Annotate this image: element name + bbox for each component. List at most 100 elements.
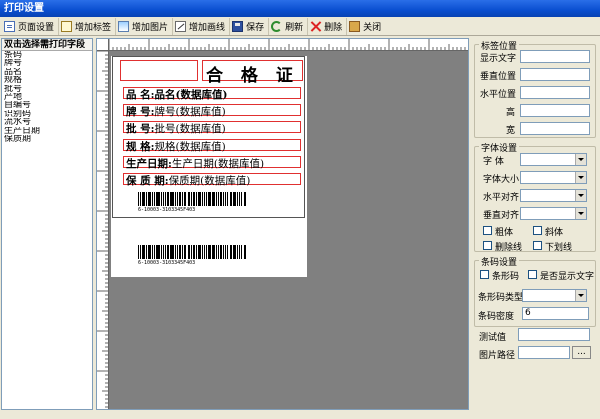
- empty-label-field[interactable]: [120, 60, 198, 81]
- add-image-button[interactable]: 增加图片: [116, 17, 174, 35]
- barcode-1-text: 6-10003-3103345F403: [138, 207, 196, 213]
- font-select[interactable]: [520, 153, 587, 166]
- design-canvas[interactable]: 合 格 证 品 名:品名(数据库值) 牌 号:牌号(数据库值) 批 号:批号(数…: [96, 38, 469, 410]
- field-list-header: 双击选择需打印字段: [2, 39, 92, 51]
- field-list-panel: 双击选择需打印字段 条码 牌号 品名 规格 批号 产地 自编号 识别码 流水号 …: [1, 38, 93, 410]
- row-label: 品 名:: [126, 89, 155, 101]
- density-label: 条码密度: [478, 312, 515, 322]
- chevron-down-icon[interactable]: [575, 154, 586, 165]
- row-value: 生产日期(数据库值): [171, 158, 265, 170]
- chevron-down-icon[interactable]: [575, 172, 586, 183]
- field-item[interactable]: 批号: [4, 85, 92, 93]
- barcode-2[interactable]: [138, 245, 247, 259]
- h-pos-label: 水平位置: [480, 90, 517, 100]
- label-paper[interactable]: 合 格 证 品 名:品名(数据库值) 牌 号:牌号(数据库值) 批 号:批号(数…: [111, 56, 307, 277]
- font-label: 字 体: [483, 157, 504, 167]
- barcode-settings-group: 条码设置 条形码 是否显示文字 条形码类型 条码密度 6: [474, 255, 596, 327]
- field-item[interactable]: 识别码: [4, 110, 92, 118]
- show-text-checkbox[interactable]: [528, 270, 537, 279]
- image-path-input[interactable]: [518, 346, 570, 359]
- display-text-input[interactable]: [520, 50, 590, 63]
- add-image-label: 增加图片: [132, 22, 169, 33]
- add-label-label: 增加标签: [75, 22, 112, 33]
- barcode-type-label: 条形码类型: [478, 293, 524, 303]
- font-settings-group: 字体设置 字 体 字体大小 水平对齐 垂直对齐 粗体 斜体 删除线 下划线: [474, 141, 596, 253]
- barcode-checkbox[interactable]: [480, 270, 489, 279]
- row-label: 规 格:: [126, 141, 155, 153]
- field-item[interactable]: 流水号: [4, 118, 92, 126]
- bold-checkbox[interactable]: [483, 226, 492, 235]
- chevron-down-icon[interactable]: [575, 208, 586, 219]
- h-align-select[interactable]: [520, 189, 587, 202]
- test-value-input[interactable]: [518, 328, 590, 341]
- barcode-2-text: 6-10003-3103345F403: [138, 260, 196, 266]
- width-label: 宽: [506, 126, 516, 136]
- row-label: 生产日期:: [126, 158, 172, 170]
- toolbar: 页面设置 增加标签 增加图片 增加画线 保存 刷新 删除 关闭: [0, 17, 600, 36]
- ruler-corner: [97, 39, 109, 51]
- window-titlebar: 打印设置: [0, 0, 600, 17]
- italic-checkbox[interactable]: [533, 226, 542, 235]
- label-position-group: 标签位置 显示文字 垂直位置 水平位置 高 宽: [474, 39, 596, 138]
- image-path-label: 图片路径: [479, 351, 516, 361]
- strike-checkbox[interactable]: [483, 241, 492, 250]
- save-button[interactable]: 保存: [230, 17, 270, 35]
- save-label: 保存: [246, 22, 265, 33]
- field-item[interactable]: 品名: [4, 68, 92, 76]
- chevron-down-icon[interactable]: [575, 190, 586, 201]
- italic-label: 斜体: [545, 228, 564, 238]
- barcode-label: 条形码: [492, 272, 520, 282]
- field-list[interactable]: 条码 牌号 品名 规格 批号 产地 自编号 识别码 流水号 生产日期 保质期: [2, 51, 92, 143]
- field-item[interactable]: 生产日期: [4, 127, 92, 135]
- page-setup-label: 页面设置: [18, 22, 55, 33]
- delete-label: 删除: [324, 22, 343, 33]
- h-align-label: 水平对齐: [483, 193, 520, 203]
- v-align-select[interactable]: [520, 207, 587, 220]
- delete-icon: [310, 21, 321, 32]
- show-text-label: 是否显示文字: [540, 272, 595, 282]
- close-button[interactable]: 关闭: [347, 18, 385, 35]
- barcode-settings-title: 条码设置: [479, 255, 520, 268]
- refresh-button[interactable]: 刷新: [269, 17, 309, 35]
- field-item[interactable]: 自编号: [4, 101, 92, 109]
- delete-button[interactable]: 删除: [308, 17, 348, 35]
- font-size-select[interactable]: [520, 171, 587, 184]
- close-label: 关闭: [363, 22, 382, 33]
- page-setup-button[interactable]: 页面设置: [2, 17, 60, 35]
- underline-checkbox[interactable]: [533, 241, 542, 250]
- properties-panel: 标签位置 显示文字 垂直位置 水平位置 高 宽 字体设置 字 体 字体大小 水平…: [472, 38, 599, 410]
- row-label: 牌 号:: [126, 106, 155, 118]
- field-item[interactable]: 产地: [4, 93, 92, 101]
- save-icon: [232, 20, 244, 32]
- strike-label: 删除线: [495, 243, 523, 253]
- page-setup-icon: [4, 20, 15, 32]
- row-value: 品名(数据库值): [154, 89, 228, 101]
- bold-label: 粗体: [495, 228, 514, 238]
- refresh-icon: [271, 20, 283, 32]
- browse-button[interactable]: ...: [572, 346, 591, 359]
- height-input[interactable]: [520, 104, 590, 117]
- field-item[interactable]: 牌号: [4, 59, 92, 67]
- close-icon: [349, 20, 361, 32]
- row-label: 保 质 期:: [126, 175, 169, 187]
- add-label-button[interactable]: 增加标签: [59, 17, 117, 35]
- field-item[interactable]: 规格: [4, 76, 92, 84]
- label-row-text: 品 名:品名(数据库值): [126, 87, 227, 102]
- v-pos-label: 垂直位置: [480, 72, 517, 82]
- font-settings-title: 字体设置: [479, 141, 520, 154]
- barcode-type-select[interactable]: [522, 289, 587, 302]
- width-input[interactable]: [520, 122, 590, 135]
- row-value: 规格(数据库值): [154, 141, 226, 153]
- v-pos-input[interactable]: [520, 68, 590, 81]
- field-item[interactable]: 条码: [4, 51, 92, 59]
- label-row-text: 保 质 期:保质期(数据库值): [126, 173, 250, 188]
- add-line-button[interactable]: 增加画线: [173, 17, 231, 35]
- v-align-label: 垂直对齐: [483, 211, 520, 221]
- label-row-text: 批 号:批号(数据库值): [126, 121, 226, 136]
- field-item[interactable]: 保质期: [4, 135, 92, 143]
- h-pos-input[interactable]: [520, 86, 590, 99]
- add-line-label: 增加画线: [189, 22, 226, 33]
- chevron-down-icon[interactable]: [575, 290, 586, 301]
- density-input[interactable]: 6: [522, 307, 589, 320]
- barcode-1[interactable]: [138, 192, 247, 206]
